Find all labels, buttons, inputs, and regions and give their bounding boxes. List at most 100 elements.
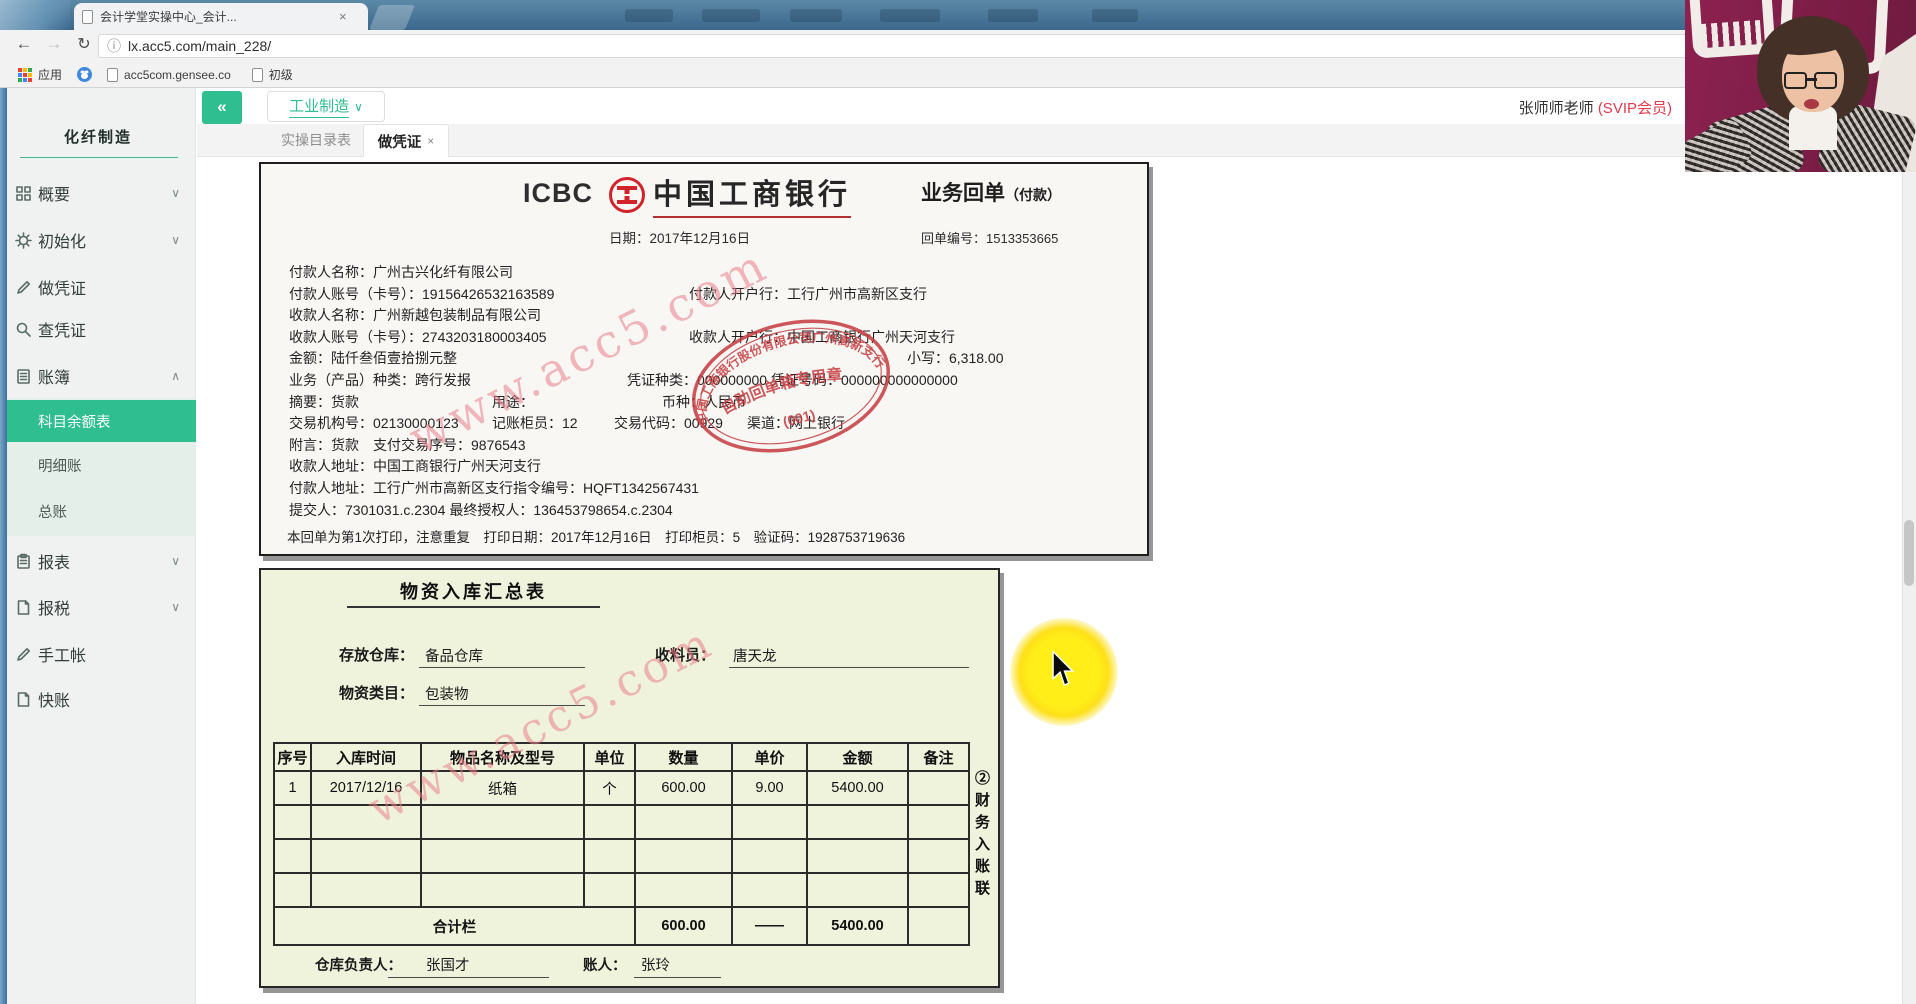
book-icon bbox=[15, 368, 32, 385]
page-icon bbox=[251, 67, 263, 82]
sidebar-item-label: 手工帐 bbox=[38, 648, 87, 665]
sidebar-item-label: 查凭证 bbox=[38, 323, 87, 340]
sidebar-item-make-voucher[interactable]: 做凭证 bbox=[7, 269, 196, 305]
signature-bookkeeper-label: 账人： bbox=[583, 958, 627, 974]
webcam-person-mouth bbox=[1804, 99, 1819, 109]
grid-icon bbox=[15, 185, 32, 202]
tab-label: 做凭证 bbox=[377, 134, 422, 151]
browser-titlebar: 会计学堂实操中心_会计... × bbox=[0, 0, 1916, 30]
webcam-person-glasses-bridge bbox=[1805, 78, 1817, 81]
webcam-books bbox=[1700, 19, 1762, 55]
apps-grid-icon bbox=[18, 67, 32, 82]
copy-label-vertical: ②财务入账联 bbox=[973, 770, 990, 902]
course-select-label: 工业制造 bbox=[289, 95, 350, 118]
material-summary-document: 物资入库汇总表 存放仓库： 备品仓库 收料员： 唐天龙 物资类目： 包装物 序号… bbox=[259, 568, 1000, 988]
url-text[interactable]: lx.acc5.com/main_228/ bbox=[128, 38, 271, 54]
mouse-cursor bbox=[1052, 650, 1075, 687]
workspace-tabstrip: 实操目录表 做凭证 × bbox=[197, 124, 1916, 157]
bookmark-gensee[interactable]: acc5com.gensee.co bbox=[101, 67, 237, 82]
bookmarks-bar: 应用 acc5com.gensee.co 初级 bbox=[0, 62, 1916, 88]
user-info[interactable]: 张师师老师 (SVIP会员) bbox=[1519, 97, 1672, 118]
submenu-item-label: 总账 bbox=[38, 504, 67, 521]
sidebar-item-init[interactable]: 初始化 ∨ bbox=[7, 222, 196, 258]
browser-tab[interactable]: 会计学堂实操中心_会计... × bbox=[74, 3, 368, 30]
field-category-value: 包装物 bbox=[425, 687, 469, 703]
paw-bookmark-icon[interactable] bbox=[77, 67, 93, 82]
sidebar-item-manual-ledger[interactable]: 手工帐 bbox=[7, 636, 196, 672]
bank-receipt-document: ICBC 中国工商银行 业务回单（付款） 日期：2017年12月16日 回单编号… bbox=[259, 162, 1149, 556]
sidebar-item-overview[interactable]: 概要 ∨ bbox=[7, 175, 196, 211]
sidebar-item-label: 报表 bbox=[38, 555, 71, 572]
chevron-down-icon: ∨ bbox=[171, 186, 180, 200]
browser-tab-title: 会计学堂实操中心_会计... bbox=[100, 10, 237, 24]
tab-practice-directory[interactable]: 实操目录表 bbox=[267, 124, 365, 157]
window-edge-strip bbox=[0, 88, 7, 1004]
titlebar-artifact bbox=[988, 9, 1038, 22]
scrollbar-thumb[interactable] bbox=[1904, 520, 1914, 586]
submenu-item-label: 明细账 bbox=[38, 458, 82, 475]
webcam-person-glasses bbox=[1784, 72, 1807, 89]
receipt-line: 收款人名称：广州新越包装制品有限公司 bbox=[289, 307, 541, 324]
chevron-down-icon: ∨ bbox=[354, 99, 363, 114]
document-icon bbox=[15, 691, 32, 708]
tab-close-icon[interactable]: × bbox=[339, 9, 347, 24]
signature-warehouse-value: 张国才 bbox=[426, 958, 470, 974]
new-tab-button[interactable] bbox=[368, 5, 416, 30]
apps-shortcut[interactable]: 应用 bbox=[12, 66, 68, 83]
table-total-row: 合计栏 600.00 —— 5400.00 bbox=[273, 906, 970, 946]
page-info-icon[interactable]: ⓘ bbox=[107, 36, 121, 56]
document-icon bbox=[15, 599, 32, 616]
doc-title: 物资入库汇总表 bbox=[400, 582, 547, 602]
bookmark-chuji[interactable]: 初级 bbox=[246, 66, 299, 83]
receipt-date: 日期：2017年12月16日 bbox=[609, 231, 751, 246]
sidebar-item-label: 初始化 bbox=[38, 234, 87, 251]
sidebar-item-reports[interactable]: 报表 ∨ bbox=[7, 543, 196, 579]
sidebar-item-label: 概要 bbox=[38, 187, 71, 204]
field-category-label: 物资类目： bbox=[339, 685, 415, 702]
sidebar-item-account-balance-active[interactable]: 科目余额表 bbox=[7, 400, 196, 442]
sidebar-item-detail-ledger[interactable]: 明细账 bbox=[7, 450, 196, 480]
reload-button[interactable]: ↻ bbox=[72, 34, 96, 54]
page-icon bbox=[107, 67, 119, 82]
sidebar-item-label: 报税 bbox=[38, 601, 71, 618]
back-button[interactable]: ← bbox=[12, 34, 36, 54]
sidebar-item-general-ledger[interactable]: 总账 bbox=[7, 496, 196, 526]
tab-close-icon[interactable]: × bbox=[427, 134, 434, 148]
pencil-icon bbox=[15, 279, 32, 296]
receipt-line: 付款人地址：工行广州市高新区支行指令编号：HQFT1342567431 bbox=[289, 479, 699, 496]
bank-name: 中国工商银行 bbox=[653, 171, 852, 218]
sidebar-item-label: 账簿 bbox=[38, 370, 71, 387]
gear-icon bbox=[15, 231, 32, 249]
receipt-line: 付款人账号（卡号）：19156426532163589 付款人开户行：工行广州市高… bbox=[289, 285, 927, 302]
bookmark-label: 初级 bbox=[268, 68, 293, 82]
table-row-empty bbox=[273, 872, 970, 908]
webcam-person-glasses bbox=[1814, 72, 1837, 89]
receipt-line: 付款人名称：广州古兴化纤有限公司 bbox=[289, 264, 513, 280]
field-warehouse-value: 备品仓库 bbox=[425, 649, 483, 665]
chevron-down-icon: ∨ bbox=[171, 600, 180, 614]
course-select-button[interactable]: 工业制造 ∨ bbox=[267, 91, 385, 122]
sidebar-item-label: 做凭证 bbox=[38, 281, 87, 298]
bookmark-label: acc5com.gensee.co bbox=[124, 67, 231, 82]
table-row-empty bbox=[273, 804, 970, 840]
field-receiver-label: 收料员： bbox=[655, 647, 716, 664]
vip-badge: (SVIP会员) bbox=[1597, 100, 1672, 117]
sidebar-item-ledgers[interactable]: 账簿 ∧ bbox=[7, 358, 196, 394]
pencil-icon bbox=[15, 646, 32, 663]
signature-underline bbox=[388, 977, 549, 978]
forward-button[interactable]: → bbox=[42, 34, 66, 54]
signature-underline bbox=[634, 977, 721, 978]
receipt-line: 提交人：7301031.c.2304 最终授权人：136453798654.c.… bbox=[289, 501, 673, 518]
url-field[interactable]: ⓘ lx.acc5.com/main_228/ bbox=[98, 34, 1902, 58]
sidebar-item-tax[interactable]: 报税 ∨ bbox=[7, 589, 196, 625]
sidebar-item-quick-account[interactable]: 快账 bbox=[7, 681, 196, 717]
sidebar-title-divider bbox=[20, 157, 178, 158]
table-header-row: 序号 入库时间 物品名称及型号 单位 数量 单价 金额 备注 bbox=[273, 742, 970, 772]
sidebar-collapse-button[interactable]: « bbox=[202, 91, 242, 124]
sidebar-item-search-voucher[interactable]: 查凭证 bbox=[7, 311, 196, 347]
sidebar: 化纤制造 概要 ∨ 初始化 ∨ 做凭证 查凭证 账簿 ∧ 科目余额表 明细账 总… bbox=[0, 88, 196, 1004]
sidebar-item-label: 快账 bbox=[38, 693, 71, 710]
chevron-down-icon: ∨ bbox=[171, 554, 180, 568]
titlebar-artifact bbox=[1092, 9, 1138, 22]
tab-make-voucher-active[interactable]: 做凭证 × bbox=[363, 124, 449, 157]
